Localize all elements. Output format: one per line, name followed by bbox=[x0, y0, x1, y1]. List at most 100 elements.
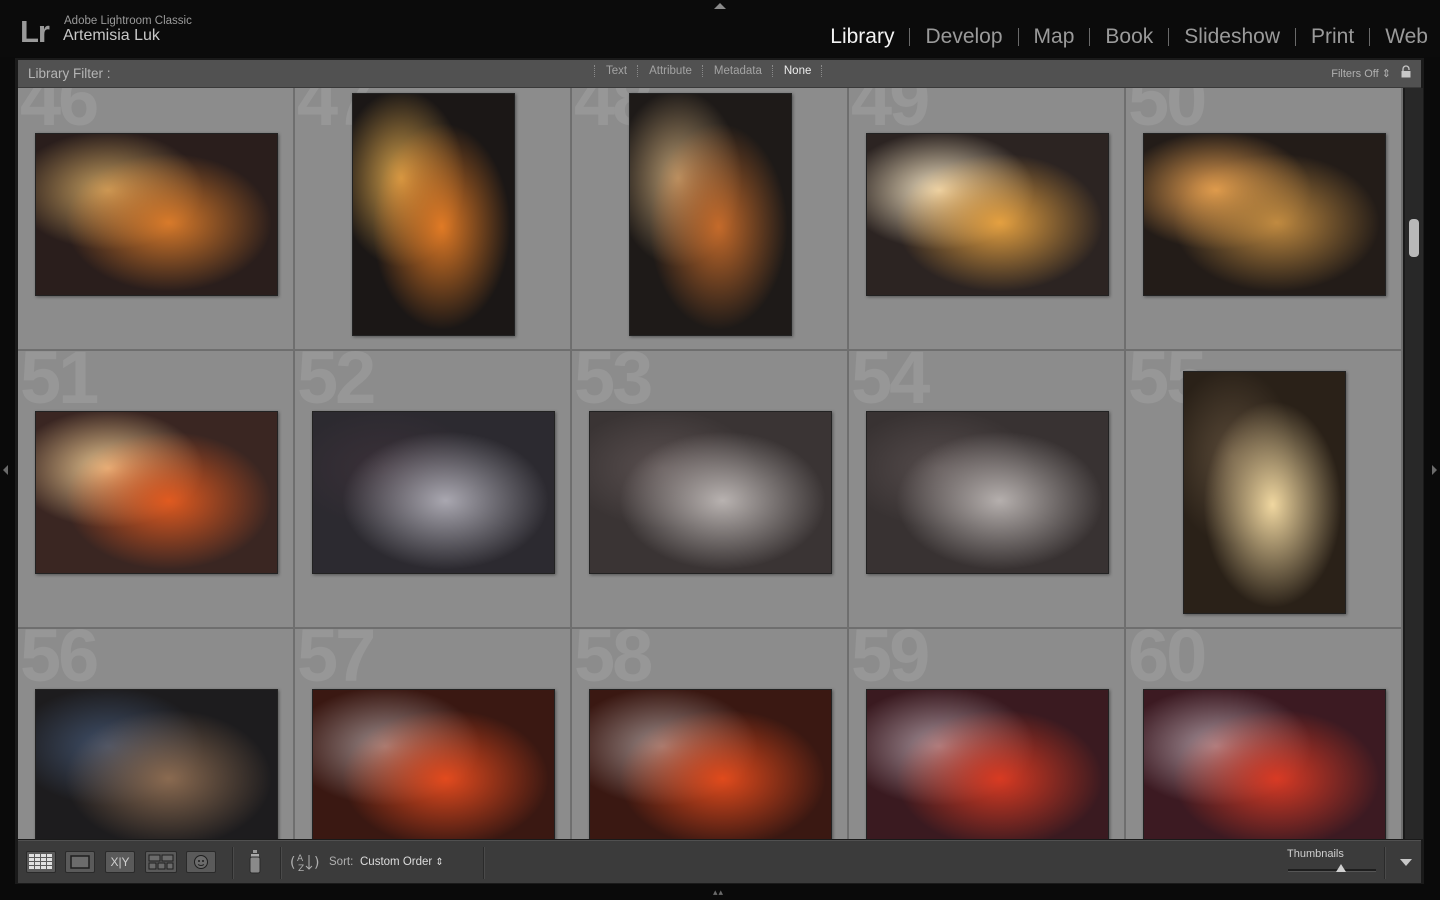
filter-tab-attribute[interactable]: Attribute bbox=[639, 65, 702, 77]
scrollbar-thumb[interactable] bbox=[1409, 219, 1419, 257]
photo-thumbnail[interactable] bbox=[589, 411, 832, 574]
collapse-filmstrip-icon[interactable]: ▴▴ bbox=[713, 887, 724, 898]
photo-thumbnail[interactable] bbox=[866, 133, 1109, 296]
photo-thumbnail[interactable] bbox=[312, 411, 555, 574]
sort-order-dropdown[interactable]: Custom Order ⇕ bbox=[360, 856, 444, 868]
module-web[interactable]: Web bbox=[1370, 24, 1428, 50]
lightroom-logo: Lr bbox=[20, 14, 50, 49]
module-map[interactable]: Map bbox=[1019, 24, 1090, 50]
collapse-right-panel-icon[interactable] bbox=[1432, 465, 1437, 475]
identity-plate: Lr Adobe Lightroom Classic Artemisia Luk… bbox=[0, 0, 1440, 57]
photo-thumbnail[interactable] bbox=[866, 689, 1109, 839]
cell-index-number: 50 bbox=[1128, 88, 1207, 141]
photo-thumbnail[interactable] bbox=[1143, 689, 1386, 839]
filter-tab-none[interactable]: None bbox=[774, 65, 822, 77]
toolbar-separator bbox=[280, 847, 282, 879]
chevron-updown-icon: ⇕ bbox=[435, 857, 444, 868]
survey-view-button[interactable] bbox=[145, 851, 177, 873]
photo-thumbnail[interactable] bbox=[35, 689, 278, 839]
filter-tabs: Text Attribute Metadata None bbox=[594, 65, 823, 77]
sort-order-value: Custom Order bbox=[360, 856, 433, 868]
user-name: Artemisia Luk bbox=[63, 27, 160, 44]
padlock-icon[interactable] bbox=[1401, 65, 1411, 78]
filters-preset-label: Filters Off bbox=[1331, 68, 1379, 80]
svg-text:A: A bbox=[297, 854, 304, 864]
collapse-top-panel-icon[interactable] bbox=[714, 3, 726, 9]
grid-cell[interactable]: 54 bbox=[849, 351, 1125, 628]
sort-label: Sort: bbox=[329, 856, 354, 868]
thumbnails-label: Thumbnails bbox=[1287, 848, 1344, 860]
cell-index-number: 51 bbox=[20, 351, 99, 419]
filter-separator bbox=[821, 65, 823, 77]
cell-index-number: 60 bbox=[1128, 629, 1207, 697]
filter-tab-text[interactable]: Text bbox=[596, 65, 637, 77]
chevron-updown-icon: ⇕ bbox=[1381, 68, 1391, 80]
cell-index-number: 52 bbox=[297, 351, 376, 419]
photo-thumbnail[interactable] bbox=[312, 689, 555, 839]
photo-thumbnail[interactable] bbox=[1183, 371, 1346, 614]
grid-cell[interactable]: 52 bbox=[295, 351, 571, 628]
cell-index-number: 53 bbox=[574, 351, 653, 419]
grid-cell[interactable]: 60 bbox=[1126, 629, 1402, 839]
module-picker: Library Develop Map Book Slideshow Print Web bbox=[815, 24, 1428, 50]
face-icon bbox=[194, 855, 208, 869]
grid-cell[interactable]: 53 bbox=[572, 351, 848, 628]
cell-index-number: 57 bbox=[297, 629, 376, 697]
cell-index-number: 46 bbox=[20, 88, 99, 141]
thumbnail-size-slider-knob[interactable] bbox=[1335, 864, 1346, 872]
cell-index-number: 54 bbox=[851, 351, 930, 419]
module-develop[interactable]: Develop bbox=[910, 24, 1017, 50]
compare-icon: X|Y bbox=[110, 855, 130, 869]
toolbar-separator bbox=[483, 847, 485, 879]
sort-az-icon[interactable]: ( A Z ) bbox=[288, 850, 322, 874]
grid-cell[interactable]: 58 bbox=[572, 629, 848, 839]
grid-cell[interactable]: 50 bbox=[1126, 88, 1402, 350]
cell-index-number: 56 bbox=[20, 629, 99, 697]
spray-can-icon[interactable] bbox=[248, 849, 262, 875]
filter-tab-metadata[interactable]: Metadata bbox=[704, 65, 772, 77]
module-slideshow[interactable]: Slideshow bbox=[1169, 24, 1295, 50]
collapse-left-panel-icon[interactable] bbox=[3, 465, 8, 475]
app-name: Adobe Lightroom Classic bbox=[64, 15, 192, 27]
photo-thumbnail[interactable] bbox=[629, 93, 792, 336]
grid-view-button[interactable] bbox=[26, 851, 56, 873]
toolbar-separator bbox=[1384, 847, 1386, 879]
grid-cell[interactable]: 56 bbox=[18, 629, 294, 839]
toolbar-content-menu-icon[interactable] bbox=[1400, 859, 1412, 866]
grid-cell[interactable]: 47 bbox=[295, 88, 571, 350]
photo-thumbnail[interactable] bbox=[1143, 133, 1386, 296]
photo-thumbnail[interactable] bbox=[35, 411, 278, 574]
cell-index-number: 49 bbox=[851, 88, 930, 141]
svg-text:): ) bbox=[314, 855, 319, 871]
grid-icon bbox=[29, 854, 52, 869]
toolbar-separator bbox=[232, 847, 234, 879]
module-print[interactable]: Print bbox=[1296, 24, 1369, 50]
module-book[interactable]: Book bbox=[1090, 24, 1168, 50]
grid-cell[interactable]: 51 bbox=[18, 351, 294, 628]
loupe-view-button[interactable] bbox=[65, 851, 95, 873]
filters-preset-dropdown[interactable]: Filters Off ⇕ bbox=[1331, 67, 1391, 80]
svg-text:Z: Z bbox=[298, 864, 304, 874]
loupe-icon bbox=[70, 855, 90, 869]
library-filter-label: Library Filter : bbox=[28, 66, 111, 81]
photo-thumbnail[interactable] bbox=[589, 689, 832, 839]
people-view-button[interactable] bbox=[186, 851, 216, 873]
photo-thumbnail[interactable] bbox=[866, 411, 1109, 574]
grid-cell[interactable]: 48 bbox=[572, 88, 848, 350]
survey-icon bbox=[148, 854, 174, 870]
library-filter-bar: Library Filter : Text Attribute Metadata No… bbox=[18, 60, 1421, 88]
grid-cell[interactable]: 57 bbox=[295, 629, 571, 839]
compare-view-button[interactable]: X|Y bbox=[105, 851, 135, 873]
thumbnail-size-slider[interactable] bbox=[1288, 869, 1376, 872]
photo-thumbnail[interactable] bbox=[35, 133, 278, 296]
thumbnail-grid: 46 47 48 49 50 51 52 53 54 55 56 57 58 59 60 bbox=[18, 88, 1403, 839]
grid-cell[interactable]: 59 bbox=[849, 629, 1125, 839]
library-toolbar: X|Y ( A Z ) Sort: Custom Order ⇕ Thumbna… bbox=[18, 840, 1421, 883]
grid-scrollbar[interactable] bbox=[1405, 88, 1423, 839]
photo-thumbnail[interactable] bbox=[352, 93, 515, 336]
module-library[interactable]: Library bbox=[815, 24, 909, 50]
grid-cell[interactable]: 46 bbox=[18, 88, 294, 350]
grid-cell[interactable]: 55 bbox=[1126, 351, 1402, 628]
cell-index-number: 58 bbox=[574, 629, 653, 697]
grid-cell[interactable]: 49 bbox=[849, 88, 1125, 350]
